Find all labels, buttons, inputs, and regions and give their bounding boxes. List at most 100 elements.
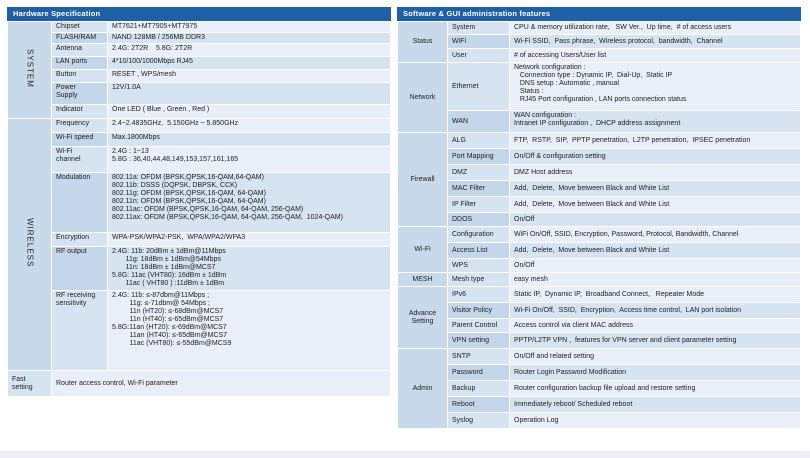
feature-value: On/Off [509,212,801,227]
spec-value: MT7621+MT7905+MT7975 [107,21,391,33]
feature-key: Reboot [447,396,510,413]
table-row: Fast setting Router access control, Wi-Fi… [7,370,391,397]
feature-value: DMZ Host address [509,164,801,181]
feature-key: User [447,48,510,63]
spec-value: 12V/1.0A [107,82,391,105]
spec-key: Button [51,69,108,83]
table-row: Reboot Immediately reboot/ Scheduled rebo… [398,396,801,413]
hardware-spec-title: Hardware Specification [7,7,391,21]
spec-value: 802.11a: OFDM (BPSK,QPSK,16-QAM,64-QAM) … [107,172,391,233]
spec-key: FLASH/RAM [51,32,108,44]
spec-key: Power Supply [51,82,108,105]
spec-value: 2.4G: 11b: 20dBm ± 1dBm@11Mbps 11g: 18dB… [107,246,391,291]
table-row: MAC Filter Add, Delete, Move between Blac… [398,180,801,197]
feature-value: # of accessing Users/User list [509,48,801,63]
table-row: Syslog Operation Log [398,412,801,429]
table-row: LAN ports 4*10/100/1000Mbps RJ45 [8,56,391,70]
spec-key: Modulation [51,172,108,233]
feature-value: On/Off [509,258,801,273]
spec-value: WPA-PSK/WPA2-PSK, WPA/WPA2/WPA3 [107,232,391,247]
hardware-spec-panel: Hardware Specification SYSTEM Chipset MT76… [7,7,391,397]
feature-key: System [447,21,510,35]
feature-value: Static IP, Dynamic IP, Broadband Connect… [509,286,801,303]
table-row: Admin SNTP On/Off and related setting [397,348,801,429]
spec-value: 2.4~2.4835GHz, 5.150GHz ~ 5.850GHz [107,118,391,133]
feature-key: DDOS [447,212,510,227]
feature-category: Status [397,21,448,63]
feature-value: WiFi On/Off, SSID, Encryption, Password,… [509,226,801,243]
feature-category: Advance Setting [397,286,448,349]
spec-key: Frequency [51,118,108,133]
feature-value: CPU & memory utilization rate, SW Ver., … [509,21,801,35]
feature-value: Add, Delete, Move between Black and Whit… [509,180,801,197]
software-features-title: Software & GUI administration features [397,7,801,21]
table-row: User # of accessing Users/User list [398,48,801,63]
feature-value: PPTP/L2TP VPN , features for VPN server … [509,332,801,349]
system-category-label: SYSTEM [25,49,35,88]
spec-value: 2.4G: 11b: ≤-87dbm@11Mbps ; 11g: ≤-71dbm… [107,290,391,371]
table-row: SYSTEM Chipset MT7621+MT7905+MT7975 [7,21,391,119]
table-row: WAN WAN configuration : Intranet IP confi… [398,110,801,133]
feature-key: Backup [447,380,510,397]
spec-key: Antenna [51,43,108,57]
feature-value: Wi-Fi On/Off, SSID, Encryption, Access t… [509,302,801,319]
spec-value: 2.4G : 1~13 5.8G : 36,40,44,48,149,153,1… [107,146,391,173]
feature-value: On/Off and related setting [509,348,801,365]
feature-key: SNTP [447,348,510,365]
feature-value: Router configuration backup file upload … [509,380,801,397]
table-row: MESH Mesh type easy mesh [397,272,801,287]
spec-key: RF receiving sensitivity [51,290,108,371]
feature-value: On/Off & configuration setting [509,148,801,165]
spec-key: Chipset [51,21,108,33]
feature-category: MESH [397,272,448,287]
page-bottom-strip [0,451,810,458]
table-row: VPN setting PPTP/L2TP VPN , features for … [398,332,801,349]
spec-value: 2.4G: 2T2R 5.8G: 2T2R [107,43,391,57]
feature-key: WiFi [447,34,510,49]
feature-key: DMZ [447,164,510,181]
table-row: WiFi Wi-Fi SSID, Pass phrase, Wireless pr… [398,34,801,49]
spec-value: Router access control, Wi-Fi parameter [51,370,391,397]
spec-value: RESET , WPS/mesh [107,69,391,83]
feature-key: Mesh type [447,272,510,287]
table-row: Port Mapping On/Off & configuration setti… [398,148,801,165]
table-row: Access List Add, Delete, Move between Bla… [398,242,801,259]
hardware-spec-table: SYSTEM Chipset MT7621+MT7905+MT7975 FLASH/R… [7,21,391,397]
feature-value: Operation Log [509,412,801,429]
table-row: Power Supply 12V/1.0A [8,82,391,105]
table-row: Wi-Fi channel 2.4G : 1~13 5.8G : 36,40,44… [8,146,391,173]
feature-key: VPN setting [447,332,510,349]
feature-category: Network [397,62,448,133]
feature-value: FTP, RSTP, SIP, PPTP penetration, L2TP p… [509,132,801,149]
spec-key: RF output [51,246,108,291]
table-row: RF receiving sensitivity 2.4G: 11b: ≤-87d… [8,290,391,371]
spec-key: LAN ports [51,56,108,70]
feature-key: MAC Filter [447,180,510,197]
spec-key: Wi-Fi channel [51,146,108,173]
feature-key: IP Filter [447,196,510,213]
table-row: FLASH/RAM NAND 128MB / 256MB DDR3 [8,32,391,44]
feature-key: ALG [447,132,510,149]
fast-setting-category: Fast setting [7,370,52,397]
table-row: Advance Setting IPv6 Static IP, Dynamic IP… [397,286,801,349]
table-row: Network Ethernet Network configuration : C… [397,62,801,133]
feature-key: Port Mapping [447,148,510,165]
feature-value: easy mesh [509,272,801,287]
table-row: Visitor Policy Wi-Fi On/Off, SSID, Encryp… [398,302,801,319]
table-row: Wi-Fi speed Max.1800Mbps [8,132,391,147]
table-row: Modulation 802.11a: OFDM (BPSK,QPSK,16-QA… [8,172,391,233]
table-row: Indicator One LED ( Blue , Green , Red ) [8,104,391,119]
feature-key: Syslog [447,412,510,429]
table-row: Encryption WPA-PSK/WPA2-PSK, WPA/WPA2/WPA… [8,232,391,247]
feature-key: Password [447,364,510,381]
feature-key: Parent Control [447,318,510,333]
feature-value: Access control via client MAC address [509,318,801,333]
feature-value: Add, Delete, Move between Black and Whit… [509,196,801,213]
feature-key: WPS [447,258,510,273]
spec-value: One LED ( Blue , Green , Red ) [107,104,391,119]
spec-key: Wi-Fi speed [51,132,108,147]
feature-key: Ethernet [447,62,510,111]
table-row: Wi-Fi Configuration WiFi On/Off, SSID, Enc… [397,226,801,273]
feature-value: Immediately reboot/ Scheduled reboot [509,396,801,413]
feature-category: Firewall [397,132,448,227]
